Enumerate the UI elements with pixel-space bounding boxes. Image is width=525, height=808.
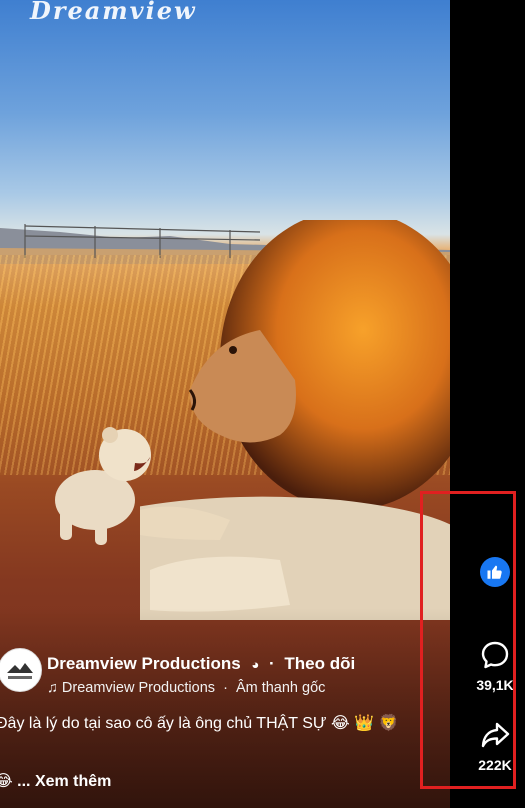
caption-text: Đây là lý do tại sao cô ấy là ông chủ TH…	[0, 715, 327, 732]
laughing-emoji-icon: 😂	[0, 773, 13, 790]
channel-avatar[interactable]	[0, 648, 42, 692]
globe-icon: ◕	[251, 657, 260, 672]
lion-cub-image	[55, 427, 151, 545]
caption-more-row: 😂 ... Xem thêm	[0, 771, 111, 791]
channel-info: Dreamview Productions ◕ · Theo dõi ♫ Dre…	[0, 648, 420, 704]
video-player[interactable]: Dreamview Dreamview Productions ◕ · Theo…	[0, 0, 450, 808]
comment-count: 39,1K	[476, 677, 514, 693]
follow-button[interactable]: Theo dõi	[284, 654, 355, 673]
video-caption: Đây là lý do tại sao cô ấy là ông chủ TH…	[0, 713, 436, 735]
lion-emoji-icon: 🦁	[378, 715, 399, 732]
like-button[interactable]	[480, 557, 510, 587]
separator-dot: ·	[223, 680, 228, 696]
comment-button[interactable]: 39,1K	[470, 640, 520, 693]
share-icon	[481, 722, 510, 748]
share-button[interactable]: 222K	[470, 720, 520, 773]
comment-icon	[481, 641, 509, 669]
audio-label: Âm thanh gốc	[235, 680, 326, 696]
music-note-icon: ♫	[47, 680, 58, 696]
channel-title: Dreamview Productions ◕ · Theo dõi	[47, 654, 355, 674]
channel-name-link[interactable]: Dreamview Productions	[47, 654, 241, 673]
audio-info[interactable]: ♫ Dreamview Productions · Âm thanh gốc	[47, 680, 325, 696]
audio-source: Dreamview Productions	[61, 680, 216, 696]
thumbs-up-icon	[487, 565, 502, 579]
lion-image	[140, 220, 450, 620]
share-count: 222K	[478, 757, 512, 773]
see-more-link[interactable]: ... Xem thêm	[17, 773, 111, 790]
separator-dot: ·	[269, 654, 275, 673]
laughing-emoji-icon: 😂	[331, 715, 350, 732]
watermark-logo: Dreamview	[30, 0, 197, 25]
crown-emoji-icon: 👑	[354, 715, 375, 732]
